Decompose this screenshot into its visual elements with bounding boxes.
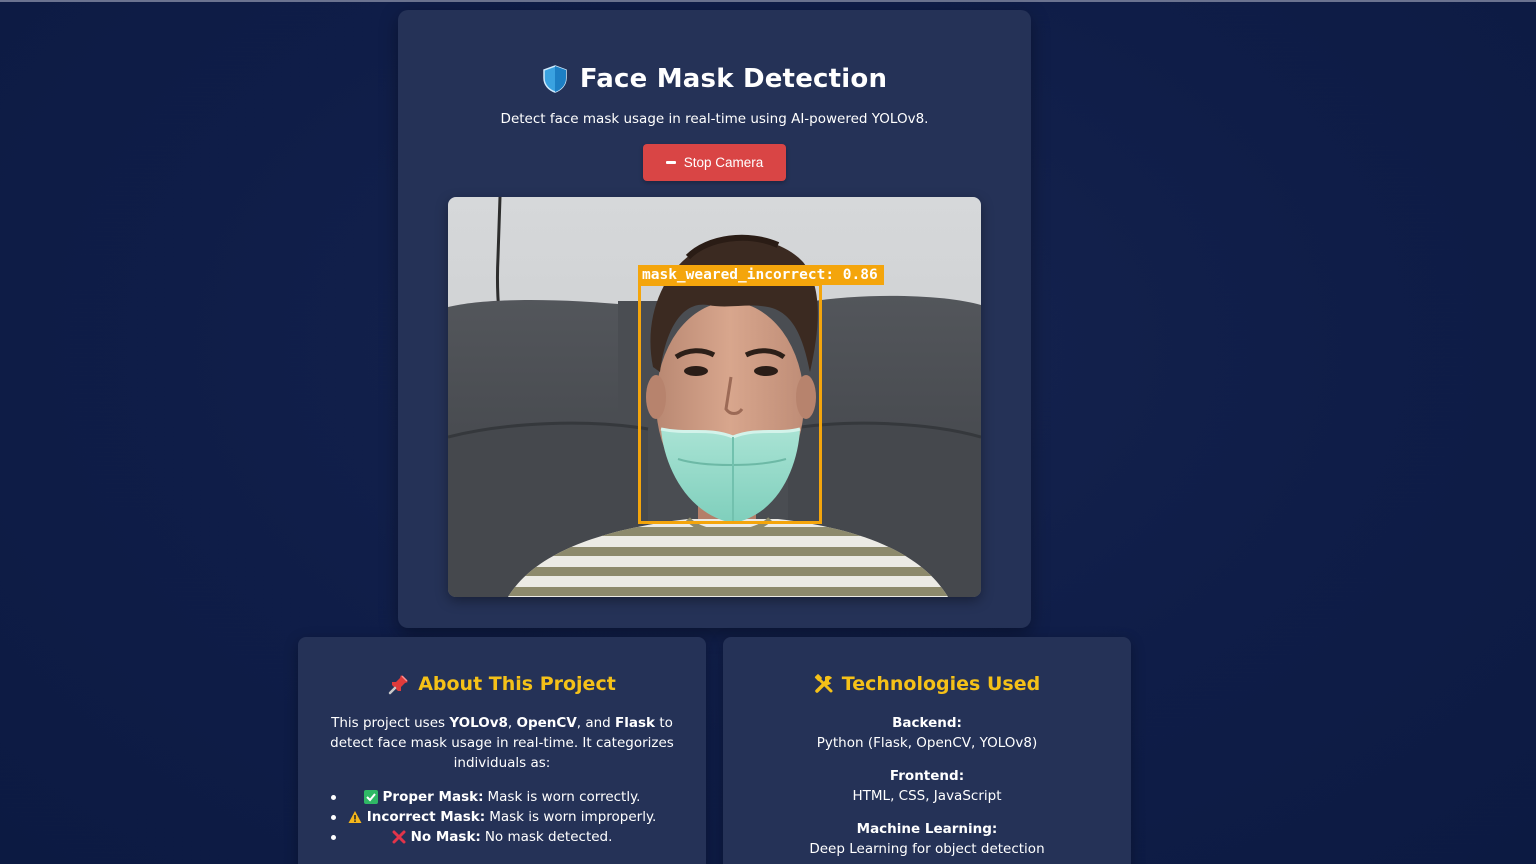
bullet xyxy=(331,835,336,840)
shield-icon xyxy=(543,65,567,93)
tools-icon xyxy=(814,674,833,693)
bullet xyxy=(331,795,336,800)
about-description: This project uses YOLOv8, OpenCV, and Fl… xyxy=(314,713,690,773)
tech-value: Python (Flask, OpenCV, YOLOv8) xyxy=(816,735,1038,751)
about-title: About This Project xyxy=(418,673,616,695)
about-tech-flask: Flask xyxy=(615,715,656,731)
category-list: Proper Mask: Mask is worn correctly. Inc… xyxy=(298,787,706,847)
about-separator-2: , and xyxy=(576,715,616,731)
item-label: Proper Mask: xyxy=(382,789,484,805)
tech-item-ml: Machine Learning: Deep Learning for obje… xyxy=(723,819,1131,859)
about-title-row: About This Project xyxy=(298,673,706,695)
cross-mark-icon xyxy=(392,830,406,844)
pushpin-icon xyxy=(388,675,409,695)
check-mark-icon xyxy=(363,790,378,804)
tech-value: HTML, CSS, JavaScript xyxy=(852,788,1002,804)
item-label: No Mask: xyxy=(410,829,481,845)
window-top-border xyxy=(0,0,1536,2)
technologies-card: Technologies Used Backend: Python (Flask… xyxy=(723,637,1131,864)
tech-heading: Frontend: xyxy=(889,768,965,784)
title-row: Face Mask Detection xyxy=(398,64,1031,94)
item-text: No mask detected. xyxy=(484,829,613,845)
tech-item-frontend: Frontend: HTML, CSS, JavaScript xyxy=(723,766,1131,806)
list-item: Proper Mask: Mask is worn correctly. xyxy=(298,787,706,807)
about-intro-prefix: This project uses xyxy=(331,715,450,731)
about-tech-opencv: OpenCV xyxy=(516,715,577,731)
bullet xyxy=(331,815,336,820)
detection-card: Face Mask Detection Detect face mask usa… xyxy=(398,10,1031,628)
tech-title-row: Technologies Used xyxy=(723,673,1131,695)
detection-bounding-box xyxy=(638,283,822,524)
stop-camera-label: Stop Camera xyxy=(683,155,764,170)
page-title: Face Mask Detection xyxy=(579,64,888,94)
camera-feed: mask_weared_incorrect: 0.86 xyxy=(448,197,981,597)
about-tech-yolo: YOLOv8 xyxy=(449,715,508,731)
item-text: Mask is worn correctly. xyxy=(487,789,641,805)
tech-heading: Machine Learning: xyxy=(856,821,998,837)
page-subtitle: Detect face mask usage in real-time usin… xyxy=(500,111,929,127)
list-item: No Mask: No mask detected. xyxy=(298,827,706,847)
warning-icon xyxy=(348,811,362,823)
list-item: Incorrect Mask: Mask is worn improperly. xyxy=(298,807,706,827)
detection-label: mask_weared_incorrect: 0.86 xyxy=(638,265,884,285)
about-separator-1: , xyxy=(507,715,517,731)
stop-camera-button[interactable]: Stop Camera xyxy=(643,144,786,181)
item-text: Mask is worn improperly. xyxy=(489,809,657,825)
tech-value: Deep Learning for object detection xyxy=(809,841,1045,857)
about-card: About This Project This project uses YOL… xyxy=(298,637,706,864)
item-label: Incorrect Mask: xyxy=(366,809,486,825)
tech-heading: Backend: xyxy=(892,715,962,731)
minus-icon xyxy=(665,161,676,164)
tech-title: Technologies Used xyxy=(841,673,1041,695)
tech-item-backend: Backend: Python (Flask, OpenCV, YOLOv8) xyxy=(723,713,1131,753)
